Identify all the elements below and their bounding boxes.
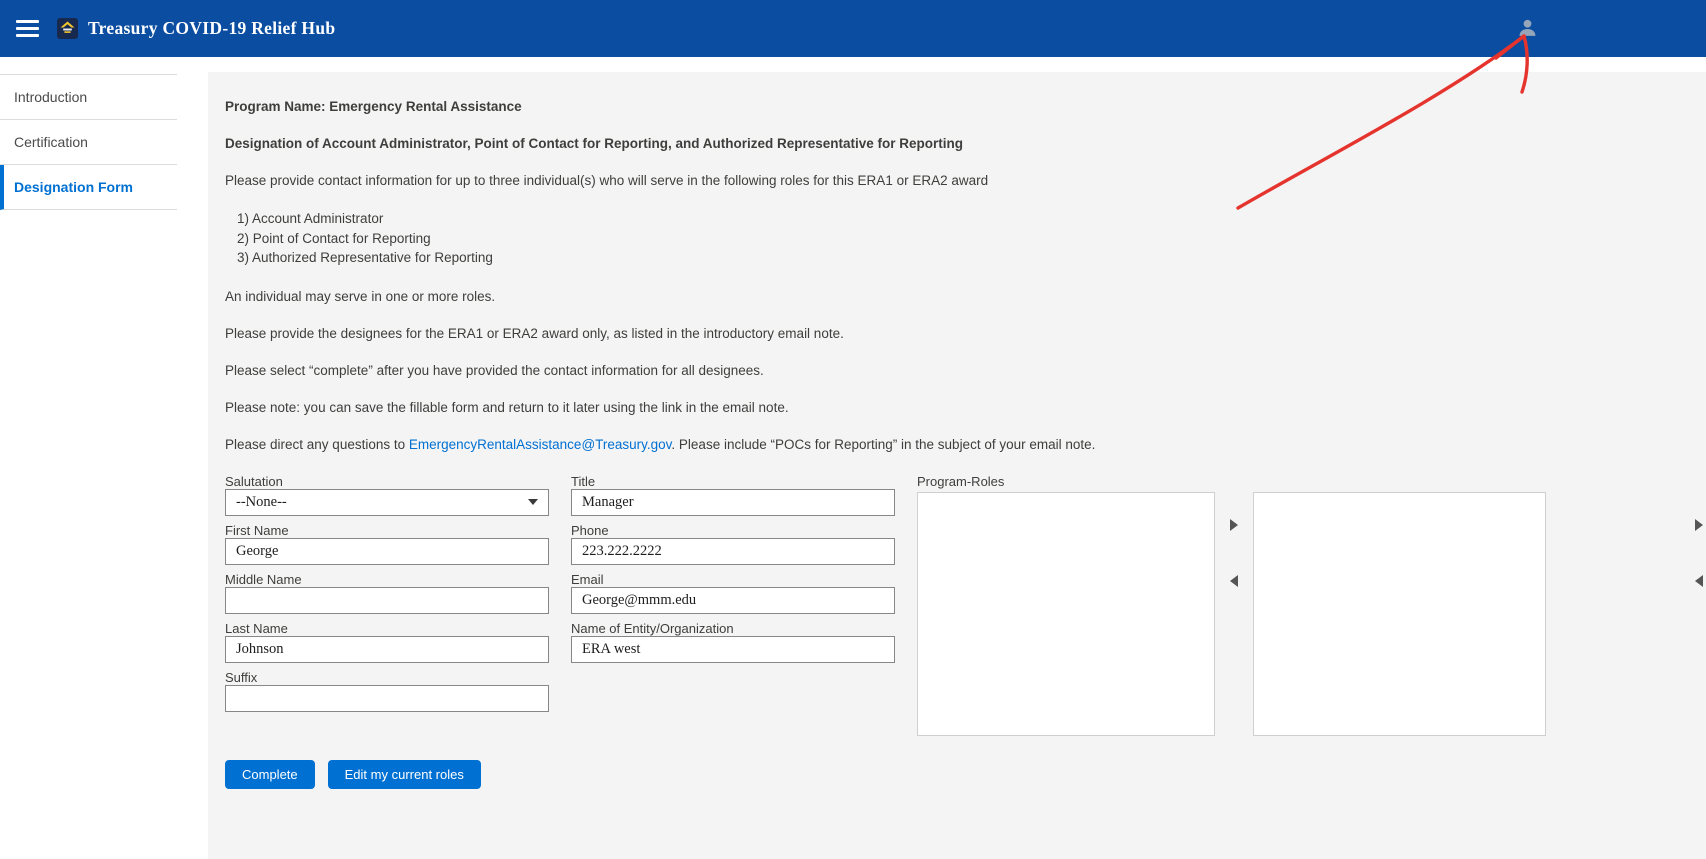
intro-text: Please provide contact information for u… [225,172,1706,189]
salutation-select[interactable]: --None-- [225,489,549,516]
program-roles-available-listbox[interactable] [917,492,1215,736]
roles-list: 1) Account Administrator 2) Point of Con… [237,209,1706,268]
paragraph: Please note: you can save the fillable f… [225,399,1706,416]
sidebar-item-label: Certification [14,134,88,150]
move-right-icon[interactable] [1230,519,1238,531]
sidebar-item-label: Introduction [14,89,87,105]
main-panel: Program Name: Emergency Rental Assistanc… [208,72,1706,859]
suffix-field[interactable] [225,685,549,712]
title-label: Title [571,473,895,486]
program-roles-group: Program-Roles [917,473,1546,736]
program-name-text: Program Name: Emergency Rental Assistanc… [225,98,1706,115]
dual-listbox-arrows [1215,492,1253,736]
edit-roles-button[interactable]: Edit my current roles [328,760,481,789]
program-roles-label: Program-Roles [917,473,1546,486]
sidebar-item-certification[interactable]: Certification [0,120,177,165]
phone-field[interactable] [571,538,895,565]
sidebar-nav: Introduction Certification Designation F… [0,74,177,210]
move-left-icon[interactable] [1230,575,1238,587]
chevron-down-icon [528,499,538,505]
salutation-label: Salutation [225,473,549,486]
form-column-left: Salutation --None-- First Name Middle Na… [225,473,549,718]
paragraph: An individual may serve in one or more r… [225,288,1706,305]
questions-text: Please direct any questions to Emergency… [225,436,1706,453]
treasury-logo-icon [57,18,78,39]
suffix-label: Suffix [225,669,549,682]
title-field[interactable] [571,489,895,516]
menu-icon[interactable] [16,20,39,37]
designation-form: Salutation --None-- First Name Middle Na… [225,473,1706,738]
designation-heading: Designation of Account Administrator, Po… [225,135,1706,152]
form-actions: Complete Edit my current roles [225,760,1706,789]
sidebar-item-introduction[interactable]: Introduction [0,75,177,120]
move-left-icon[interactable] [1695,575,1703,587]
sidebar-item-designation-form[interactable]: Designation Form [0,165,177,210]
sidebar: Introduction Certification Designation F… [0,57,208,859]
sidebar-item-label: Designation Form [14,179,133,195]
middle-name-field[interactable] [225,587,549,614]
program-roles-dual-listbox [917,492,1546,736]
form-column-middle: Title Phone Email Name of Entity/Organiz… [571,473,895,669]
paragraph: Please provide the designees for the ERA… [225,325,1706,342]
entity-label: Name of Entity/Organization [571,620,895,633]
questions-prefix: Please direct any questions to [225,437,409,452]
app-title: Treasury COVID-19 Relief Hub [88,18,335,39]
questions-suffix: . Please include “POCs for Reporting” in… [671,437,1095,452]
program-roles-selected-listbox[interactable] [1253,492,1546,736]
dual-listbox-arrows-clipped [1695,492,1706,587]
paragraph: Please select “complete” after you have … [225,362,1706,379]
last-name-field[interactable] [225,636,549,663]
salutation-value: --None-- [236,494,287,511]
person-icon[interactable] [1517,17,1538,38]
app-header: Treasury COVID-19 Relief Hub [0,0,1706,57]
email-label: Email [571,571,895,584]
entity-field[interactable] [571,636,895,663]
roles-list-item: 1) Account Administrator [237,209,1706,229]
move-right-icon[interactable] [1695,519,1703,531]
first-name-field[interactable] [225,538,549,565]
roles-list-item: 3) Authorized Representative for Reporti… [237,248,1706,268]
roles-list-item: 2) Point of Contact for Reporting [237,229,1706,249]
page: Treasury COVID-19 Relief Hub Introductio… [0,0,1706,859]
middle-name-label: Middle Name [225,571,549,584]
complete-button[interactable]: Complete [225,760,315,789]
phone-label: Phone [571,522,895,535]
last-name-label: Last Name [225,620,549,633]
first-name-label: First Name [225,522,549,535]
email-link[interactable]: EmergencyRentalAssistance@Treasury.gov [409,437,672,452]
email-field[interactable] [571,587,895,614]
